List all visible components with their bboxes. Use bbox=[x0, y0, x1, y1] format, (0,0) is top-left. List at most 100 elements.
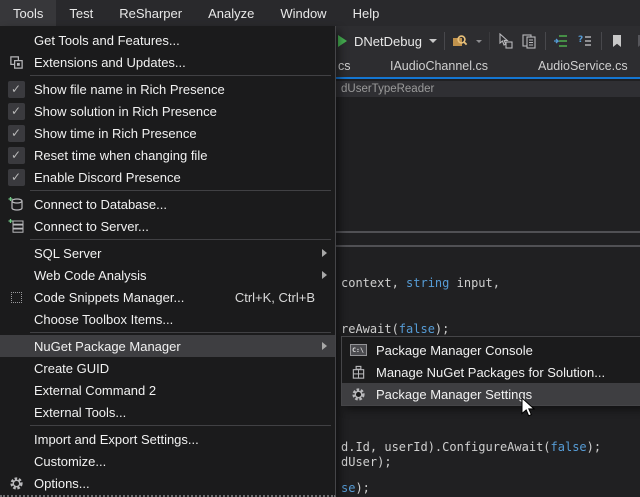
console-icon: C:\ bbox=[346, 340, 370, 360]
breadcrumb[interactable]: dUserTypeReader bbox=[336, 81, 640, 97]
checkmark-icon: ✓ bbox=[4, 145, 28, 165]
tools-menu-item-label: Connect to Database... bbox=[34, 197, 167, 212]
format-question-icon[interactable]: ? bbox=[577, 33, 594, 50]
nuget-submenu-item-package-manager-settings[interactable]: Package Manager Settings bbox=[342, 383, 640, 405]
code-line: context, string input, bbox=[341, 276, 500, 291]
menubar-item-help[interactable]: Help bbox=[340, 0, 393, 26]
checkmark-box: ✓ bbox=[8, 125, 25, 142]
run-play-icon[interactable] bbox=[338, 35, 347, 47]
nuget-submenu-item-label: Package Manager Console bbox=[376, 343, 533, 358]
mouse-cursor bbox=[521, 397, 535, 418]
checkmark-icon: ✓ bbox=[4, 167, 28, 187]
tools-menu-item-label: Reset time when changing file bbox=[34, 148, 207, 163]
tools-menu-item-label: Options... bbox=[34, 476, 90, 491]
menubar-item-window[interactable]: Window bbox=[267, 0, 339, 26]
copy-document-icon[interactable] bbox=[521, 33, 538, 50]
bookmark-icon[interactable] bbox=[609, 33, 626, 50]
tools-menu-item-label: NuGet Package Manager bbox=[34, 339, 181, 354]
nuget-submenu-item-package-manager-console[interactable]: C:\ Package Manager Console bbox=[342, 339, 640, 361]
tools-menu-item-connect-to-database[interactable]: Connect to Database... bbox=[0, 193, 335, 215]
submenu-arrow-icon bbox=[322, 249, 327, 257]
snippets-box bbox=[11, 292, 22, 303]
code-line: d.Id, userId).ConfigureAwait(false); bbox=[341, 440, 601, 455]
find-options-caret-icon[interactable] bbox=[476, 40, 482, 43]
checkmark-icon: ✓ bbox=[4, 101, 28, 121]
tools-menu-item-get-tools-and-features[interactable]: Get Tools and Features... bbox=[0, 29, 335, 51]
find-in-files-icon[interactable] bbox=[452, 33, 469, 50]
tools-menu: Get Tools and Features... Extensions and … bbox=[0, 26, 336, 497]
tools-menu-item-reset-time-when-changing-file[interactable]: ✓ Reset time when changing file bbox=[0, 144, 335, 166]
run-config-caret-icon[interactable] bbox=[429, 39, 437, 43]
tools-menu-item-show-time-in-rich-presence[interactable]: ✓ Show time in Rich Presence bbox=[0, 122, 335, 144]
tools-menu-item-customize[interactable]: Customize... bbox=[0, 450, 335, 472]
svg-text:?: ? bbox=[578, 35, 583, 45]
gear-icon bbox=[4, 473, 28, 493]
bookmark-previous-icon[interactable] bbox=[633, 33, 640, 50]
package-icon bbox=[346, 362, 370, 382]
checkmark-icon: ✓ bbox=[4, 79, 28, 99]
checkmark-box: ✓ bbox=[8, 147, 25, 164]
tools-menu-item-label: Web Code Analysis bbox=[34, 268, 147, 283]
tools-menu-item-web-code-analysis[interactable]: Web Code Analysis bbox=[0, 264, 335, 286]
tools-menu-item-options[interactable]: Options... bbox=[0, 472, 335, 494]
tools-menu-item-external-command-2[interactable]: External Command 2 bbox=[0, 379, 335, 401]
format-indent-icon[interactable] bbox=[553, 33, 570, 50]
tools-menu-item-label: Enable Discord Presence bbox=[34, 170, 181, 185]
toolbar: DNetDebug ? bbox=[336, 26, 640, 56]
menu-separator bbox=[30, 190, 331, 191]
menu-separator bbox=[30, 425, 331, 426]
menubar-item-resharper[interactable]: ReSharper bbox=[106, 0, 195, 26]
tools-menu-item-label: Show file name in Rich Presence bbox=[34, 82, 225, 97]
navigate-pointer-icon[interactable] bbox=[497, 33, 514, 50]
checkmark-box: ✓ bbox=[8, 103, 25, 120]
tools-menu-item-nuget-package-manager[interactable]: NuGet Package Manager bbox=[0, 335, 335, 357]
tab-audioservice-cs[interactable]: AudioService.cs bbox=[538, 56, 628, 77]
code-editor[interactable]: context, string input,reAwait(false);d.I… bbox=[336, 97, 640, 497]
server-add-icon bbox=[4, 216, 28, 236]
tools-menu-item-show-file-name-in-rich-presence[interactable]: ✓ Show file name in Rich Presence bbox=[0, 78, 335, 100]
code-line: dUser); bbox=[341, 455, 392, 470]
tools-menu-item-external-tools[interactable]: External Tools... bbox=[0, 401, 335, 423]
tools-menu-item-connect-to-server[interactable]: Connect to Server... bbox=[0, 215, 335, 237]
submenu-arrow-icon bbox=[322, 271, 327, 279]
nuget-package-manager-submenu: C:\ Package Manager Console Manage NuGet P… bbox=[341, 336, 640, 406]
tools-menu-item-label: External Tools... bbox=[34, 405, 126, 420]
tools-menu-item-label: External Command 2 bbox=[34, 383, 156, 398]
nuget-submenu-item-label: Package Manager Settings bbox=[376, 387, 532, 402]
toolbar-separator bbox=[601, 32, 602, 50]
submenu-arrow-icon bbox=[322, 342, 327, 350]
checkmark-icon: ✓ bbox=[4, 123, 28, 143]
tools-menu-item-import-and-export-settings[interactable]: Import and Export Settings... bbox=[0, 428, 335, 450]
tools-menu-item-label: Extensions and Updates... bbox=[34, 55, 186, 70]
tools-menu-item-label: Show solution in Rich Presence bbox=[34, 104, 217, 119]
nuget-submenu-item-label: Manage NuGet Packages for Solution... bbox=[376, 365, 605, 380]
tools-menu-item-label: Import and Export Settings... bbox=[34, 432, 199, 447]
tab-cs[interactable]: cs bbox=[338, 56, 351, 77]
menubar-item-tools[interactable]: Tools bbox=[0, 0, 56, 26]
tab-iaudiochannel-cs[interactable]: IAudioChannel.cs bbox=[390, 56, 488, 77]
tools-menu-item-sql-server[interactable]: SQL Server bbox=[0, 242, 335, 264]
toolbar-separator bbox=[444, 32, 445, 50]
snippets-icon bbox=[4, 287, 28, 307]
database-add-icon bbox=[4, 194, 28, 214]
tools-menu-item-enable-discord-presence[interactable]: ✓ Enable Discord Presence bbox=[0, 166, 335, 188]
toolbar-separator bbox=[545, 32, 546, 50]
run-configuration-dropdown[interactable]: DNetDebug bbox=[354, 34, 422, 49]
menu-separator bbox=[30, 239, 331, 240]
tab-strip: cs IAudioChannel.cs AudioService.cs bbox=[336, 56, 640, 79]
tools-menu-item-label: Code Snippets Manager... bbox=[34, 290, 184, 305]
menubar-item-test[interactable]: Test bbox=[56, 0, 106, 26]
tools-menu-item-extensions-and-updates[interactable]: Extensions and Updates... bbox=[0, 51, 335, 73]
member-separator-line bbox=[336, 245, 640, 247]
menu-bar: ToolsTestReSharperAnalyzeWindowHelp bbox=[0, 0, 640, 26]
tools-menu-item-choose-toolbox-items[interactable]: Choose Toolbox Items... bbox=[0, 308, 335, 330]
tools-menu-item-label: Get Tools and Features... bbox=[34, 33, 180, 48]
tools-menu-item-label: Show time in Rich Presence bbox=[34, 126, 197, 141]
extensions-icon bbox=[4, 52, 28, 72]
checkmark-box: ✓ bbox=[8, 169, 25, 186]
nuget-submenu-item-manage-nuget-packages-for-solution[interactable]: Manage NuGet Packages for Solution... bbox=[342, 361, 640, 383]
menubar-item-analyze[interactable]: Analyze bbox=[195, 0, 267, 26]
tools-menu-item-code-snippets-manager[interactable]: Code Snippets Manager...Ctrl+K, Ctrl+B bbox=[0, 286, 335, 308]
tools-menu-item-show-solution-in-rich-presence[interactable]: ✓ Show solution in Rich Presence bbox=[0, 100, 335, 122]
tools-menu-item-create-guid[interactable]: Create GUID bbox=[0, 357, 335, 379]
